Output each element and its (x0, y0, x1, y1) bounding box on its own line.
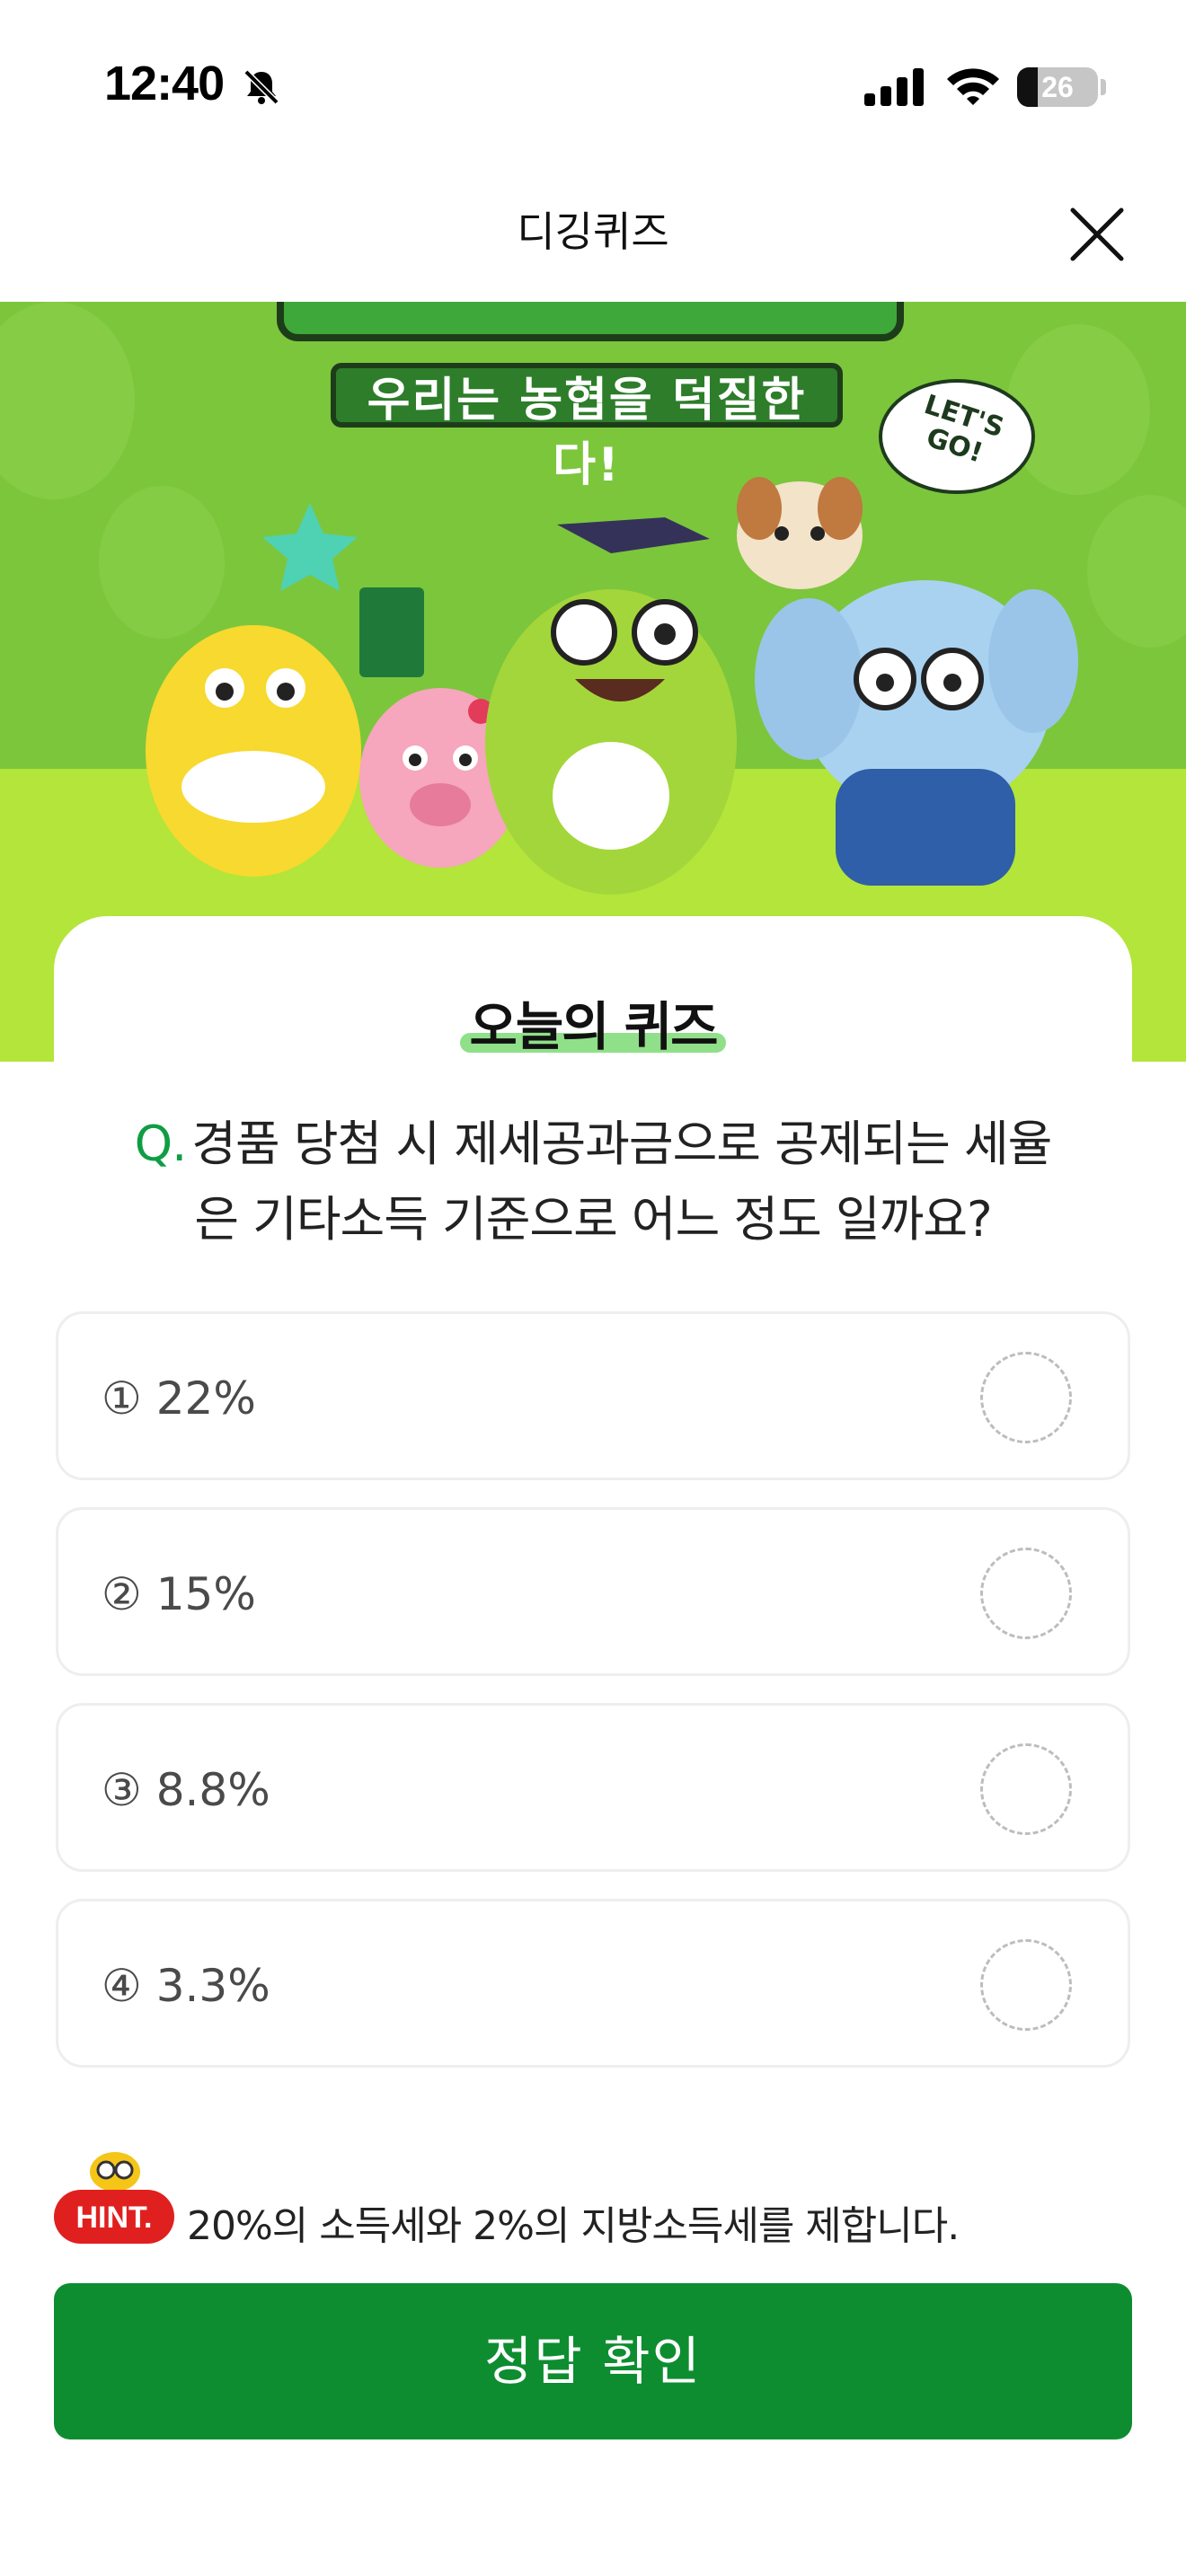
battery-level: 26 (1041, 71, 1074, 103)
page-title: 디깅퀴즈 (517, 207, 669, 256)
close-icon[interactable] (1067, 205, 1127, 264)
check-answer-button[interactable]: 정답 확인 (54, 2283, 1132, 2439)
question-prefix: Q. (134, 1116, 188, 1172)
radio-circle-icon[interactable] (980, 1548, 1072, 1639)
radio-circle-icon[interactable] (980, 1939, 1072, 2031)
hint-row: HINT. 20%의 소득세와 2%의 지방소득세를 제합니다. (52, 2150, 1130, 2249)
answer-option-4[interactable]: ④ 3.3% (56, 1899, 1130, 2068)
quiz-page: 12:40 26 디깅퀴즈 우리는 농협을 덕질한다! LET'S GO! 오늘… (0, 0, 1186, 2576)
question-text: Q. 경품 당첨 시 제세공과금으로 공제되는 세율 은 기타소득 기준으로 어느… (117, 1107, 1069, 1257)
question-line-1: 경품 당첨 시 제세공과금으로 공제되는 세율 (191, 1116, 1052, 1172)
battery-cap (1101, 79, 1106, 95)
hint-text: 20%의 소득세와 2%의 지방소득세를 제합니다. (187, 2203, 960, 2249)
answer-option-2[interactable]: ② 15% (56, 1507, 1130, 1676)
banner-tagline: 우리는 농협을 덕질한다! (331, 363, 843, 492)
answer-option-1[interactable]: ① 22% (56, 1311, 1130, 1480)
hint-badge-label: HINT. (76, 2201, 153, 2235)
status-bar: 12:40 26 (0, 0, 1186, 171)
option-label: ④ 3.3% (102, 1960, 270, 2012)
radio-circle-icon[interactable] (980, 1352, 1072, 1443)
answer-option-3[interactable]: ③ 8.8% (56, 1703, 1130, 1872)
wifi-icon (947, 68, 999, 105)
section-title: 오늘의 퀴즈 (469, 996, 719, 1057)
battery-icon: 26 (1017, 67, 1098, 107)
option-label: ② 15% (102, 1568, 256, 1620)
question-line-2: 은 기타소득 기준으로 어느 정도 일까요? (194, 1191, 992, 1248)
hint-badge-icon: HINT. (54, 2152, 174, 2244)
cellular-signal-icon (864, 68, 924, 106)
radio-circle-icon[interactable] (980, 1743, 1072, 1835)
bell-slash-icon (243, 69, 279, 105)
status-time: 12:40 (104, 57, 225, 110)
option-label: ③ 8.8% (102, 1764, 270, 1816)
option-label: ① 22% (102, 1372, 256, 1425)
